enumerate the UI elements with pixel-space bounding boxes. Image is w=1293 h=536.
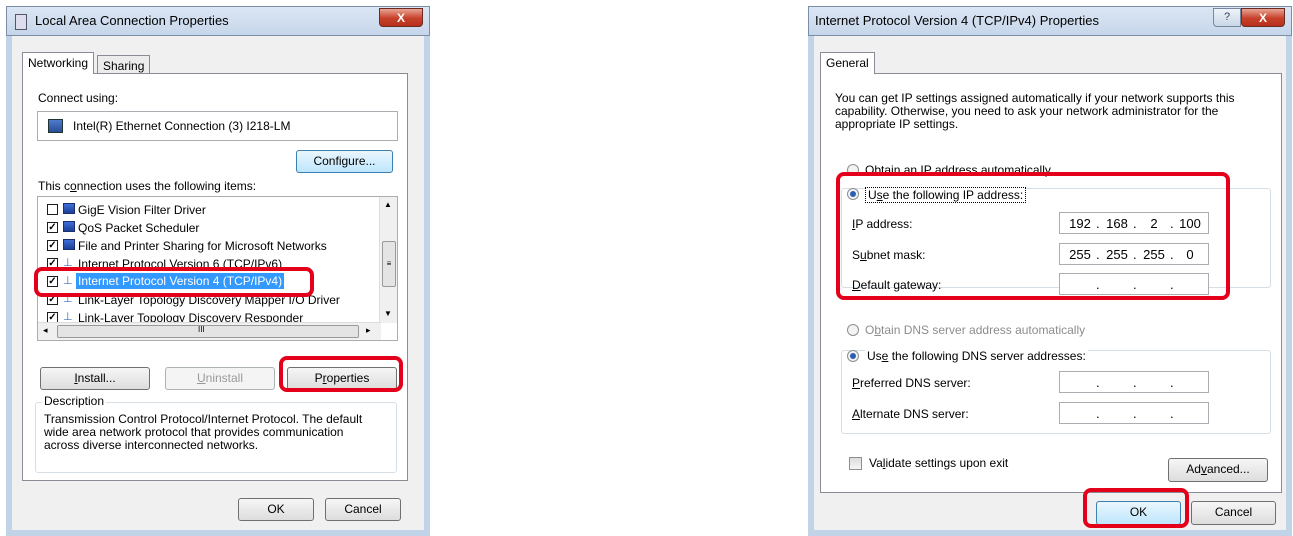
validate-label: Validate settings upon exit <box>869 456 1009 470</box>
driver-icon <box>63 203 75 214</box>
horizontal-scroll-thumb[interactable] <box>57 325 359 338</box>
tab-general[interactable]: General <box>820 52 875 74</box>
install-button[interactable]: Install... <box>40 367 150 390</box>
dot: . <box>1096 375 1100 390</box>
validate-checkbox[interactable] <box>849 457 862 470</box>
item-checkbox[interactable]: ✓ <box>47 240 58 251</box>
scroll-down-icon[interactable]: ▼ <box>384 309 392 318</box>
dot: . <box>1170 375 1174 390</box>
list-item[interactable]: ✓ QoS Packet Scheduler <box>38 219 378 237</box>
use-dns-radio[interactable] <box>847 350 859 362</box>
obtain-dns-label: Obtain DNS server address automatically <box>865 323 1086 337</box>
scroll-thumb[interactable]: ≡ <box>382 241 396 287</box>
item-label: GigE Vision Filter Driver <box>78 203 206 217</box>
tab-networking[interactable]: Networking <box>22 52 95 74</box>
title-bar: Local Area Connection Properties X <box>6 6 430 36</box>
alternate-dns-label: Alternate DNS server: <box>852 407 969 421</box>
window-title: Local Area Connection Properties <box>35 13 229 28</box>
help-button[interactable]: ? <box>1213 8 1241 27</box>
item-checkbox[interactable]: ✓ <box>47 222 58 233</box>
scroll-right-icon[interactable]: ▸ <box>366 325 371 336</box>
window-title: Internet Protocol Version 4 (TCP/IPv4) P… <box>815 13 1099 28</box>
cancel-button[interactable]: Cancel <box>325 498 401 521</box>
description-label: Description <box>42 394 107 408</box>
intro-text: You can get IP settings assigned automat… <box>835 91 1235 131</box>
scroll-up-icon[interactable]: ▲ <box>384 200 392 209</box>
adapter-name: Intel(R) Ethernet Connection (3) I218-LM <box>73 119 291 133</box>
ok-button[interactable]: OK <box>238 498 314 521</box>
adapter-field: Intel(R) Ethernet Connection (3) I218-LM <box>37 111 398 141</box>
item-checkbox[interactable] <box>47 204 58 215</box>
scroll-grip: III <box>198 325 205 334</box>
advanced-button[interactable]: Advanced... <box>1168 458 1268 482</box>
frame-bottom <box>808 530 1292 536</box>
close-button[interactable]: X <box>379 8 423 27</box>
adapter-icon <box>48 119 63 133</box>
uninstall-button: Uninstall <box>165 367 275 390</box>
frame-right <box>1286 36 1292 536</box>
scroll-left-icon[interactable]: ◂ <box>43 325 48 336</box>
dot: . <box>1096 406 1100 421</box>
connect-using-label: Connect using: <box>38 91 119 105</box>
preferred-dns-label: Preferred DNS server: <box>852 376 971 390</box>
obtain-dns-radio[interactable] <box>847 324 859 336</box>
close-button[interactable]: X <box>1241 8 1285 27</box>
items-label: This connection uses the following items… <box>38 179 257 193</box>
frame-left <box>6 36 12 536</box>
preferred-dns-field[interactable]: . . . <box>1059 371 1209 393</box>
frame-right <box>424 36 430 536</box>
description-text: Transmission Control Protocol/Internet P… <box>44 412 363 452</box>
description-group: Description Transmission Control Protoco… <box>35 394 397 473</box>
list-item[interactable]: GigE Vision Filter Driver <box>38 201 378 219</box>
item-label: File and Printer Sharing for Microsoft N… <box>78 239 327 253</box>
item-label: QoS Packet Scheduler <box>78 221 200 235</box>
highlight-ipv4-item <box>34 267 314 297</box>
dot: . <box>1133 406 1137 421</box>
configure-button[interactable]: Configure... <box>296 150 393 173</box>
highlight-properties-button <box>279 356 403 392</box>
network-icon <box>15 14 27 30</box>
highlight-static-ip-section <box>836 172 1230 300</box>
scheduler-icon <box>63 221 75 232</box>
horizontal-scrollbar[interactable]: ◂ III ▸ <box>38 322 381 340</box>
highlight-ok-button <box>1083 488 1189 528</box>
alternate-dns-field[interactable]: . . . <box>1059 402 1209 424</box>
dot: . <box>1170 406 1174 421</box>
title-bar: Internet Protocol Version 4 (TCP/IPv4) P… <box>808 6 1292 36</box>
frame-left <box>808 36 814 536</box>
dot: . <box>1133 375 1137 390</box>
list-item[interactable]: ✓ File and Printer Sharing for Microsoft… <box>38 237 378 255</box>
use-dns-label: Use the following DNS server addresses: <box>865 349 1088 363</box>
tab-sharing[interactable]: Sharing <box>97 55 151 74</box>
frame-bottom <box>6 530 430 536</box>
cancel-button[interactable]: Cancel <box>1191 501 1276 525</box>
vertical-scrollbar[interactable]: ▲ ≡ ▼ <box>379 197 397 323</box>
sharing-icon <box>63 239 75 250</box>
